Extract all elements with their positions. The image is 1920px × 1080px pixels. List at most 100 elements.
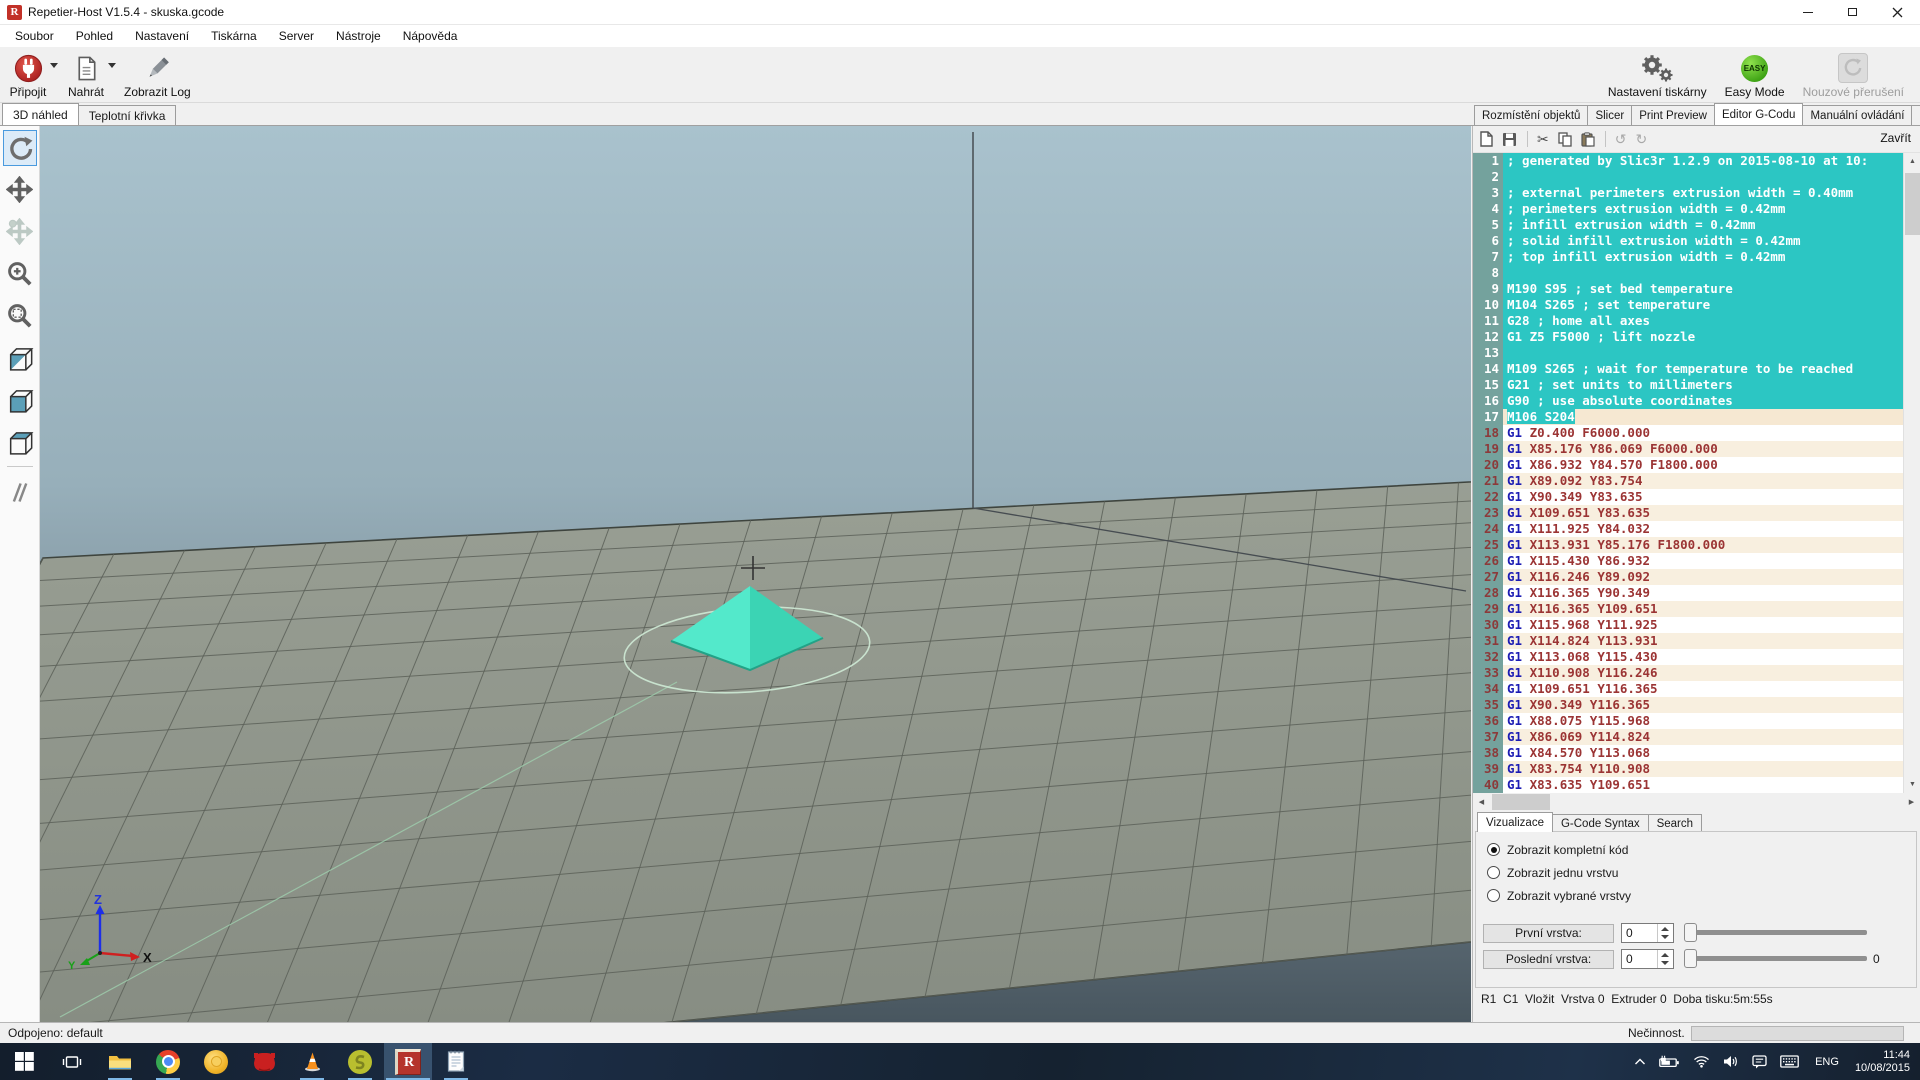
- front-view-button[interactable]: [3, 380, 37, 418]
- print-bed-scene[interactable]: Z X Y: [40, 126, 1471, 1023]
- easy-mode-button[interactable]: EASY Easy Mode: [1717, 47, 1795, 102]
- taskbar-green-app-icon[interactable]: [336, 1043, 384, 1080]
- taskbar-chrome-canary-icon[interactable]: [192, 1043, 240, 1080]
- gcode-line: 15G21 ; set units to millimeters: [1473, 377, 1920, 393]
- tab-3d-n-hled[interactable]: 3D náhled: [2, 103, 79, 125]
- plug-icon: [14, 52, 43, 84]
- save-icon[interactable]: [1502, 132, 1517, 147]
- language-indicator[interactable]: ENG: [1812, 1056, 1842, 1068]
- taskbar-task-view-button[interactable]: [48, 1043, 96, 1080]
- new-file-icon[interactable]: [1480, 131, 1493, 147]
- scroll-up-arrow[interactable]: ▲: [1904, 153, 1920, 170]
- last-layer-spinner[interactable]: 0: [1621, 949, 1674, 969]
- tab-slicer[interactable]: Slicer: [1587, 105, 1632, 125]
- gcode-line: 37G1 X86.069 Y114.824: [1473, 729, 1920, 745]
- first-layer-spinner[interactable]: 0: [1621, 923, 1674, 943]
- maximize-button[interactable]: [1830, 0, 1875, 25]
- isometric-view-button[interactable]: [3, 338, 37, 376]
- gcode-line: 30G1 X115.968 Y111.925: [1473, 617, 1920, 633]
- menu-item-pohled[interactable]: Pohled: [65, 25, 124, 47]
- editor-close-button[interactable]: Zavřít: [1880, 131, 1911, 145]
- tab-rozm-st-n-objekt[interactable]: Rozmístění objektů: [1474, 105, 1588, 125]
- menu-item-n-stroje[interactable]: Nástroje: [325, 25, 392, 47]
- viz-tab-search[interactable]: Search: [1648, 814, 1702, 832]
- tab-editor-g-codu[interactable]: Editor G-Codu: [1714, 103, 1804, 125]
- tool-separator: [7, 466, 33, 467]
- tab-row: 3D náhledTeplotní křivka Rozmístění obje…: [0, 103, 1920, 125]
- tab-s[interactable]: S: [1911, 105, 1920, 125]
- taskbar-file-explorer-icon[interactable]: [96, 1043, 144, 1080]
- app-icon: R: [7, 5, 22, 20]
- view-tool-column: [0, 126, 40, 1023]
- gcode-line: 16G90 ; use absolute coordinates: [1473, 393, 1920, 409]
- taskbar-red-app-icon[interactable]: [240, 1043, 288, 1080]
- scroll-right-arrow[interactable]: ▶: [1903, 793, 1920, 811]
- cut-icon[interactable]: ✂: [1537, 131, 1549, 148]
- gcode-line: 17M106 S204: [1473, 409, 1920, 425]
- 3d-viewport[interactable]: Z X Y: [0, 126, 1471, 1023]
- radio-zobrazit-jednu-vrstvu[interactable]: Zobrazit jednu vrstvu: [1487, 864, 1618, 881]
- clock[interactable]: 11:44 10/08/2015: [1855, 1049, 1910, 1075]
- parallel-projection-button[interactable]: [3, 473, 37, 511]
- taskbar-vlc-icon[interactable]: [288, 1043, 336, 1080]
- gcode-line: 10M104 S265 ; set temperature: [1473, 297, 1920, 313]
- battery-icon[interactable]: [1659, 1055, 1680, 1068]
- connect-button[interactable]: Připojit: [0, 47, 58, 102]
- gcode-line: 9M190 S95 ; set bed temperature: [1473, 281, 1920, 297]
- editor-vertical-scrollbar[interactable]: ▲ ▼: [1903, 153, 1920, 793]
- emergency-stop-button: Nouzové přerušení: [1795, 47, 1914, 102]
- gcode-editor[interactable]: 1; generated by Slic3r 1.2.9 on 2015-08-…: [1473, 153, 1920, 793]
- volume-icon[interactable]: [1723, 1055, 1739, 1068]
- load-dropdown-arrow[interactable]: [108, 63, 116, 68]
- tray-chevron-icon[interactable]: [1634, 1057, 1646, 1066]
- editor-horizontal-scrollbar[interactable]: ◀ ▶: [1473, 793, 1920, 811]
- tray-date: 10/08/2015: [1855, 1062, 1910, 1075]
- taskbar-start-button[interactable]: [0, 1043, 48, 1080]
- scroll-left-arrow[interactable]: ◀: [1473, 793, 1490, 811]
- radio-zobrazit-kompletn-k-d[interactable]: Zobrazit kompletní kód: [1487, 841, 1628, 858]
- radio-zobrazit-vybran-vrstvy[interactable]: Zobrazit vybrané vrstvy: [1487, 887, 1631, 904]
- show-log-button[interactable]: Zobrazit Log: [116, 47, 201, 102]
- close-button[interactable]: [1875, 0, 1920, 25]
- paste-icon[interactable]: [1581, 132, 1595, 147]
- tab-teplotn-k-ivka[interactable]: Teplotní křivka: [78, 105, 177, 125]
- gcode-line: 33G1 X110.908 Y116.246: [1473, 665, 1920, 681]
- zoom-fit-button[interactable]: [3, 296, 37, 334]
- tab-manu-ln-ovl-d-n[interactable]: Manuální ovládání: [1802, 105, 1912, 125]
- gcode-line: 39G1 X83.754 Y110.908: [1473, 761, 1920, 777]
- viz-tab-g-code-syntax[interactable]: G-Code Syntax: [1552, 814, 1649, 832]
- top-view-button[interactable]: [3, 422, 37, 460]
- menu-item-nastaven[interactable]: Nastavení: [124, 25, 200, 47]
- first-layer-slider[interactable]: [1684, 923, 1867, 942]
- viz-tab-vizualizace[interactable]: Vizualizace: [1477, 812, 1553, 832]
- minimize-button[interactable]: [1785, 0, 1830, 25]
- first-layer-button[interactable]: První vrstva:: [1483, 924, 1614, 943]
- vscroll-thumb[interactable]: [1905, 173, 1920, 235]
- wifi-icon[interactable]: [1693, 1055, 1710, 1068]
- menu-item-server[interactable]: Server: [268, 25, 325, 47]
- action-center-icon[interactable]: [1752, 1055, 1767, 1069]
- hscroll-thumb[interactable]: [1492, 794, 1550, 810]
- last-layer-button[interactable]: Poslední vrstva:: [1483, 950, 1614, 969]
- copy-icon[interactable]: [1558, 132, 1572, 147]
- tab-print-preview[interactable]: Print Preview: [1631, 105, 1715, 125]
- menu-item-soubor[interactable]: Soubor: [4, 25, 65, 47]
- gcode-line: 26G1 X115.430 Y86.932: [1473, 553, 1920, 569]
- taskbar-chrome-icon[interactable]: [144, 1043, 192, 1080]
- show-log-label: Zobrazit Log: [124, 85, 191, 99]
- menu-item-n-pov-da[interactable]: Nápověda: [392, 25, 469, 47]
- connect-dropdown-arrow[interactable]: [50, 63, 58, 68]
- touch-keyboard-icon[interactable]: [1780, 1055, 1799, 1068]
- pan-view-button[interactable]: [3, 170, 37, 208]
- rotate-view-button[interactable]: [3, 130, 37, 166]
- menu-item-tisk-rna[interactable]: Tiskárna: [200, 25, 268, 47]
- load-button[interactable]: Nahrát: [58, 47, 116, 102]
- zoom-in-button[interactable]: [3, 254, 37, 292]
- gcode-line: 8: [1473, 265, 1920, 281]
- scroll-down-arrow[interactable]: ▼: [1904, 776, 1920, 793]
- printer-settings-button[interactable]: Nastavení tiskárny: [1600, 47, 1717, 102]
- taskbar-notepad-icon[interactable]: [432, 1043, 480, 1080]
- taskbar-repetier-host-icon[interactable]: R: [384, 1043, 432, 1080]
- last-layer-slider[interactable]: [1684, 949, 1867, 968]
- gcode-line: 19G1 X85.176 Y86.069 F6000.000: [1473, 441, 1920, 457]
